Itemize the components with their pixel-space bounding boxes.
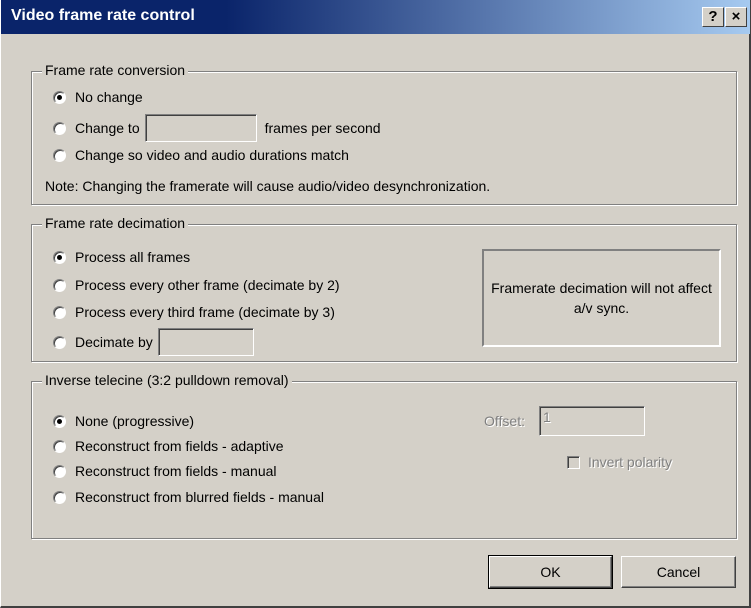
invert-polarity-checkbox[interactable] (567, 455, 580, 469)
radio-button[interactable] (53, 305, 66, 319)
radio-fields-adaptive[interactable]: Reconstruct from fields - adaptive (53, 438, 284, 454)
offset-row: Offset: 1 (484, 406, 645, 436)
radio-decimate-by-3[interactable]: Process every third frame (decimate by 3… (53, 304, 335, 320)
radio-button[interactable] (53, 148, 66, 162)
radio-match-durations[interactable]: Change so video and audio durations matc… (53, 147, 349, 163)
radio-label: Process all frames (75, 249, 191, 265)
radio-none-progressive[interactable]: None (progressive) (53, 413, 194, 429)
radio-blurred-fields-manual[interactable]: Reconstruct from blurred fields - manual (53, 489, 324, 505)
decimation-info-box: Framerate decimation will not affect a/v… (482, 249, 721, 347)
group-title: Inverse telecine (3:2 pulldown removal) (42, 372, 292, 388)
radio-label: Reconstruct from fields - manual (75, 463, 277, 479)
ok-button[interactable]: OK (488, 555, 613, 589)
title-bar[interactable]: Video frame rate control ? × (1, 0, 750, 34)
close-button[interactable]: × (725, 7, 747, 27)
help-button[interactable]: ? (702, 7, 724, 27)
group-title: Frame rate conversion (42, 62, 189, 78)
radio-fields-manual[interactable]: Reconstruct from fields - manual (53, 463, 277, 479)
fps-suffix-label: frames per second (264, 120, 381, 136)
radio-button[interactable] (53, 121, 66, 135)
radio-button[interactable] (53, 414, 66, 428)
radio-button[interactable] (53, 464, 66, 478)
cancel-button[interactable]: Cancel (621, 556, 736, 588)
radio-button[interactable] (53, 335, 66, 349)
group-title: Frame rate decimation (42, 215, 189, 231)
radio-label: None (progressive) (75, 413, 195, 429)
radio-no-change[interactable]: No change (53, 89, 143, 105)
radio-button[interactable] (53, 490, 66, 504)
offset-input[interactable]: 1 (538, 406, 645, 436)
fps-input[interactable] (144, 114, 257, 142)
radio-button[interactable] (53, 439, 66, 453)
radio-label: Reconstruct from blurred fields - manual (75, 489, 324, 505)
radio-decimate-by[interactable]: Decimate by (53, 328, 254, 356)
decimate-by-input[interactable] (157, 328, 254, 356)
radio-label: Reconstruct from fields - adaptive (75, 438, 284, 454)
invert-polarity-label: Invert polarity (588, 454, 673, 470)
radio-label: No change (75, 89, 143, 105)
radio-decimate-by-2[interactable]: Process every other frame (decimate by 2… (53, 277, 340, 293)
video-frame-rate-dialog: Video frame rate control ? × Frame rate … (0, 0, 751, 608)
radio-button[interactable] (53, 250, 66, 264)
radio-label: Decimate by (75, 334, 153, 350)
radio-label: Change to (75, 120, 140, 136)
help-icon: ? (708, 8, 718, 25)
radio-process-all[interactable]: Process all frames (53, 249, 190, 265)
offset-label: Offset: (484, 413, 525, 429)
desync-note: Note: Changing the framerate will cause … (45, 178, 491, 194)
radio-change-to[interactable]: Change to frames per second (53, 114, 381, 142)
radio-button[interactable] (53, 278, 66, 292)
radio-label: Change so video and audio durations matc… (75, 147, 349, 163)
radio-label: Process every other frame (decimate by 2… (75, 277, 340, 293)
radio-label: Process every third frame (decimate by 3… (75, 304, 335, 320)
radio-button[interactable] (53, 90, 66, 104)
invert-polarity-row[interactable]: Invert polarity (567, 454, 672, 470)
close-icon: × (731, 8, 741, 25)
dialog-title: Video frame rate control (11, 7, 195, 24)
